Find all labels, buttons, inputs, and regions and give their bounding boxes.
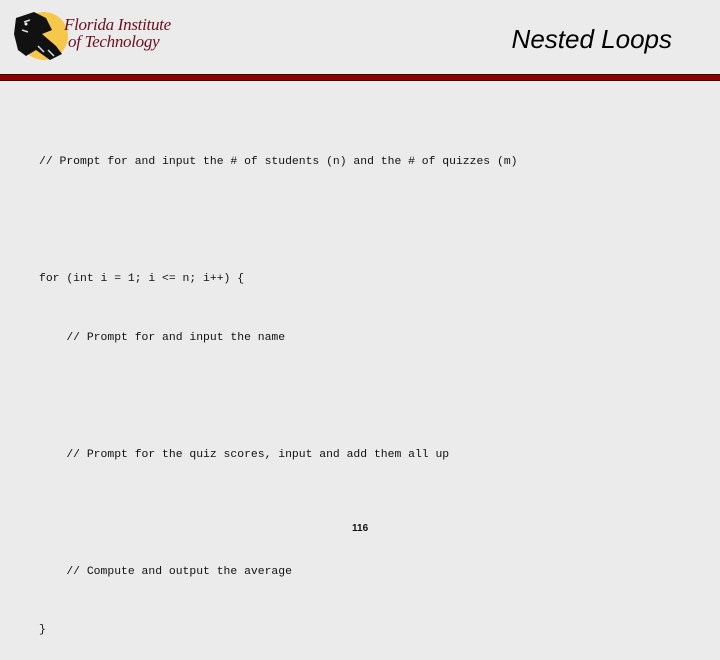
logo-text: Florida Institute of Technology [64, 16, 171, 50]
code-line: // Prompt for and input the name [39, 331, 286, 344]
slide-title: Nested Loops [511, 24, 672, 54]
code-line: for (int i = 1; i <= n; i++) { [39, 273, 245, 285]
code-block: // Prompt for and input the # of student… [39, 114, 518, 660]
page-number: 116 [352, 523, 369, 534]
code-line: } [39, 624, 46, 636]
header-divider [0, 74, 720, 81]
logo-line-2: of Technology [68, 32, 160, 51]
institution-logo: Florida Institute of Technology [12, 10, 182, 62]
panther-icon [14, 12, 68, 60]
code-line: // Prompt for and input the # of student… [39, 156, 518, 168]
code-line: // Compute and output the average [39, 565, 292, 578]
code-line: // Prompt for the quiz scores, input and… [39, 448, 450, 461]
